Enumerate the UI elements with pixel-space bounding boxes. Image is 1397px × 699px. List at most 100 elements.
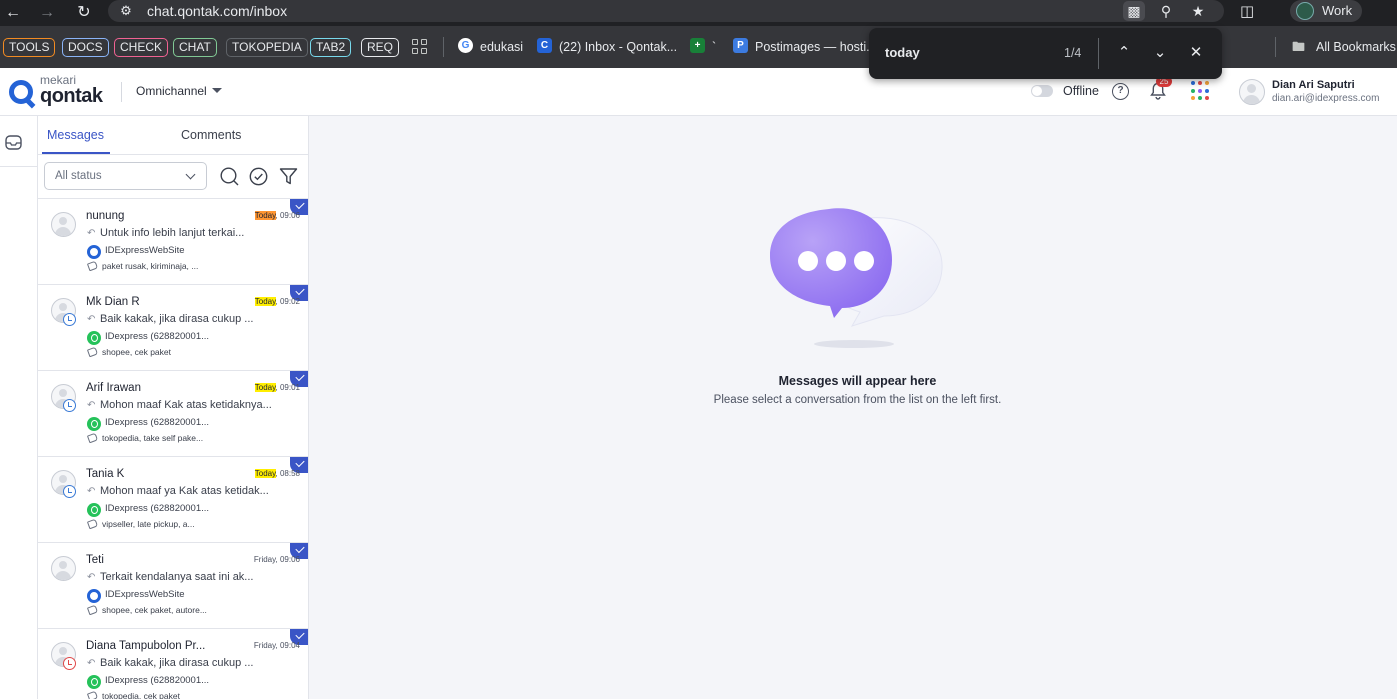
reply-icon: ↶ <box>87 572 96 583</box>
tag-icon <box>86 690 99 699</box>
bookmark-folder-req[interactable]: REQ <box>361 38 400 57</box>
contact-name: Teti <box>86 554 104 566</box>
channel-name: IDExpressWebSite <box>105 245 185 256</box>
bookmark-folder-tab2[interactable]: TAB2 <box>310 38 352 57</box>
conversation-item[interactable]: Diana Tampubolon Pr... Friday, 09:04 ↶ B… <box>38 629 308 699</box>
back-icon[interactable]: ← <box>2 2 24 24</box>
chat-bubbles-illustration <box>770 208 943 348</box>
contact-name: Tania K <box>86 468 125 480</box>
filter-icon[interactable] <box>279 167 298 186</box>
bookmark-folder-tools[interactable]: TOOLS <box>3 38 56 57</box>
conversation-item[interactable]: Arif Irawan Today, 09:01 ↶ Mohon maaf Ka… <box>38 371 308 457</box>
message-preview: Terkait kendalanya saat ini ak... <box>100 571 254 583</box>
website-channel-icon <box>87 245 101 259</box>
message-preview: Mohon maaf Kak atas ketidaknya... <box>100 399 272 411</box>
user-name[interactable]: Dian Ari Saputri <box>1272 79 1355 92</box>
product-switcher[interactable]: Omnichannel <box>136 84 207 98</box>
url-text[interactable]: chat.qontak.com/inbox <box>147 3 287 19</box>
reload-icon[interactable]: ↻ <box>73 2 95 24</box>
conversation-panel: Messages Comments All status nunung Toda… <box>38 116 309 699</box>
find-next-icon[interactable]: ⌄ <box>1148 41 1172 65</box>
conversation-item[interactable]: Tania K Today, 08:58 ↶ Mohon maaf ya Kak… <box>38 457 308 543</box>
profile-name: Work <box>1322 3 1353 18</box>
conversation-tags: shopee, cek paket <box>102 347 171 357</box>
qontak-logo-icon <box>9 80 33 104</box>
find-previous-icon[interactable]: ⌃ <box>1112 41 1136 65</box>
clock-icon <box>63 485 76 498</box>
chevron-down-icon[interactable] <box>212 88 222 93</box>
bookmark-star-icon[interactable]: ★ <box>1187 1 1209 21</box>
logo-qontak: qontak <box>40 85 103 107</box>
bookmark-folder-tokopedia[interactable]: TOKOPEDIA <box>226 38 308 57</box>
profile-button[interactable]: Work <box>1290 0 1362 22</box>
message-preview: Baik kakak, jika dirasa cukup ... <box>100 657 254 669</box>
bookmark-postimages[interactable]: Postimages — hosti... <box>755 38 877 56</box>
tab-comments[interactable]: Comments <box>181 128 241 142</box>
conversation-time: Today, 08:58 <box>254 469 300 479</box>
online-status-toggle[interactable] <box>1031 85 1053 97</box>
message-preview: Mohon maaf ya Kak atas ketidak... <box>100 485 269 497</box>
left-rail <box>0 116 38 699</box>
folder-icon: 🖿 <box>1292 39 1306 54</box>
forward-icon[interactable]: → <box>36 2 58 24</box>
reply-icon: ↶ <box>87 658 96 669</box>
conversation-tags: tokopedia, cek paket <box>102 691 180 699</box>
conversation-time: Friday, 09:06 <box>253 555 300 564</box>
extensions-icon[interactable]: ◫ <box>1240 2 1254 22</box>
message-preview: Untuk info lebih lanjut terkai... <box>100 227 245 239</box>
conversation-time-rest: , 08:58 <box>275 469 300 478</box>
tag-icon <box>86 346 99 358</box>
reply-icon: ↶ <box>87 314 96 325</box>
bookmark-folder-docs[interactable]: DOCS <box>62 38 109 57</box>
whatsapp-icon <box>87 503 101 517</box>
bookmark-edukasi[interactable]: edukasi <box>480 38 523 56</box>
tag-icon <box>86 518 99 530</box>
whatsapp-icon <box>87 675 101 689</box>
bookmark-folder-check[interactable]: CHECK <box>114 38 169 57</box>
zoom-icon[interactable]: ⚲ <box>1155 1 1177 21</box>
contact-name: Arif Irawan <box>86 382 141 394</box>
inbox-icon[interactable] <box>5 135 22 150</box>
clock-icon <box>63 399 76 412</box>
message-preview: Baik kakak, jika dirasa cukup ... <box>100 313 254 325</box>
check-circle-icon[interactable] <box>249 167 268 186</box>
sheets-icon: + <box>690 38 705 53</box>
bookmark-inbox-qontak[interactable]: (22) Inbox - Qontak... <box>559 38 677 56</box>
all-bookmarks[interactable]: All Bookmarks <box>1316 38 1396 56</box>
empty-state-subtitle: Please select a conversation from the li… <box>713 394 1002 406</box>
whatsapp-icon <box>87 331 101 345</box>
conversation-time: Friday, 09:04 <box>253 641 300 650</box>
reply-icon: ↶ <box>87 486 96 497</box>
conversation-time-rest: , 09:06 <box>275 211 300 220</box>
conversation-item[interactable]: Mk Dian R Today, 09:02 ↶ Baik kakak, jik… <box>38 285 308 371</box>
user-avatar[interactable] <box>1239 79 1265 105</box>
find-highlight-active: Today <box>254 211 276 220</box>
postimages-icon: P <box>733 38 748 53</box>
conversation-tags: vipseller, late pickup, a... <box>102 519 195 529</box>
conversation-time: Today, 09:06 <box>254 211 300 221</box>
apps-grid-icon[interactable] <box>412 39 427 54</box>
empty-state-title: Messages will appear here <box>778 374 937 388</box>
find-highlight: Today <box>254 383 276 392</box>
app-launcher-icon[interactable] <box>1191 81 1211 101</box>
status-filter-select[interactable]: All status <box>44 162 207 190</box>
conversation-tags: shopee, cek paket, autore... <box>102 605 207 615</box>
help-icon[interactable]: ? <box>1112 83 1129 100</box>
site-settings-icon[interactable]: ⚙ <box>118 3 134 19</box>
channel-name: IDexpress (628820001... <box>105 417 210 428</box>
clock-icon <box>63 657 76 670</box>
address-bar[interactable]: ⚙ chat.qontak.com/inbox ▩ ⚲ ★ <box>108 0 1224 22</box>
conversation-item[interactable]: nunung Today, 09:06 ↶ Untuk info lebih l… <box>38 199 308 285</box>
find-close-icon[interactable]: ✕ <box>1184 41 1208 65</box>
contact-name: nunung <box>86 210 125 222</box>
search-icon[interactable] <box>220 167 239 186</box>
clock-icon <box>63 313 76 326</box>
bookmark-sheet[interactable]: ` <box>712 38 716 56</box>
conversation-item[interactable]: Teti Friday, 09:06 ↶ Terkait kendalanya … <box>38 543 308 629</box>
tab-messages[interactable]: Messages <box>47 128 104 142</box>
conversation-tags: tokopedia, take self pake... <box>102 433 204 443</box>
conversation-view: Messages will appear here Please select … <box>309 116 1397 699</box>
bookmark-folder-chat[interactable]: CHAT <box>173 38 217 57</box>
find-page-icon[interactable]: ▩ <box>1123 1 1145 21</box>
find-input[interactable]: today <box>885 45 1055 61</box>
